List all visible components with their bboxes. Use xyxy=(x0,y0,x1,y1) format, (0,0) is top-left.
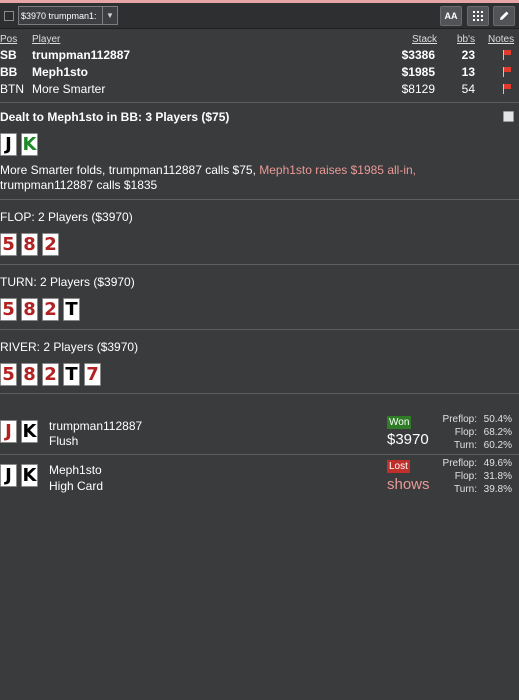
select-checkbox[interactable] xyxy=(4,10,14,21)
flag-icon[interactable] xyxy=(501,83,513,95)
result-card: J xyxy=(0,464,17,487)
river-card: T xyxy=(63,363,80,386)
font-size-label: AA xyxy=(444,11,458,21)
equity-label: Turn: xyxy=(454,440,477,451)
turn-card: 2 xyxy=(42,298,59,321)
divider xyxy=(0,454,519,455)
result-hand: High Card xyxy=(49,479,104,493)
row-pos: SB xyxy=(0,48,17,62)
preflop-title: Dealt to Meph1sto in BB: 3 Players ($75) xyxy=(0,110,230,124)
row-bbs: 54 xyxy=(461,82,475,96)
card-jack: J xyxy=(0,133,17,156)
flag-icon[interactable] xyxy=(501,66,513,78)
action-highlight: Meph1sto raises $1985 all-in, xyxy=(259,163,416,177)
divider xyxy=(0,199,519,200)
equity-label: Preflop: xyxy=(442,458,477,469)
divider xyxy=(0,264,519,265)
flop-card: 8 xyxy=(21,233,38,256)
turn-card: T xyxy=(63,298,80,321)
preflop-action: More Smarter folds, trumpman112887 calls… xyxy=(0,163,505,193)
won-badge: Won xyxy=(387,416,412,429)
header-pos[interactable]: Pos xyxy=(0,34,17,45)
equity-value: 68.2% xyxy=(483,427,512,438)
equity-value: 31.8% xyxy=(483,471,512,482)
row-player[interactable]: trumpman112887 xyxy=(32,48,130,62)
equity-label: Flop: xyxy=(454,471,477,482)
river-card: 2 xyxy=(42,363,59,386)
flop-card: 2 xyxy=(42,233,59,256)
row-stack: $1985 xyxy=(401,65,435,79)
river-card: 8 xyxy=(21,363,38,386)
player-select-value: $3970 trumpman1: xyxy=(21,10,97,21)
row-bbs: 23 xyxy=(461,48,475,62)
note-icon[interactable] xyxy=(503,111,514,122)
river-card: 7 xyxy=(84,363,101,386)
equity-value: 50.4% xyxy=(483,414,512,425)
divider xyxy=(0,102,519,103)
row-player[interactable]: Meph1sto xyxy=(32,65,88,79)
pencil-icon xyxy=(500,11,509,20)
card-king: K xyxy=(21,133,38,156)
action-text-end: trumpman112887 calls $1835 xyxy=(0,178,158,192)
flop-card: 5 xyxy=(0,233,17,256)
flop-title: FLOP: 2 Players ($3970) xyxy=(0,210,133,224)
row-player[interactable]: More Smarter xyxy=(32,82,105,96)
divider xyxy=(0,393,519,394)
turn-card: 8 xyxy=(21,298,38,321)
row-pos: BTN xyxy=(0,82,24,96)
equity-label: Preflop: xyxy=(442,414,477,425)
equity-value: 49.6% xyxy=(483,458,512,469)
result-player-name[interactable]: trumpman112887 xyxy=(49,419,142,433)
header-player[interactable]: Player xyxy=(32,34,60,45)
equity-label: Flop: xyxy=(454,427,477,438)
action-text: More Smarter folds, trumpman112887 calls… xyxy=(0,163,260,177)
edit-button[interactable] xyxy=(493,6,515,26)
chevron-down-icon[interactable]: ▼ xyxy=(102,7,117,24)
header-bbs[interactable]: bb's xyxy=(457,34,475,45)
result-card: K xyxy=(21,420,38,443)
players-table: Pos Player Stack bb's Notes SB trumpman1… xyxy=(0,29,519,97)
header-stack[interactable]: Stack xyxy=(412,34,437,45)
equity-value: 39.8% xyxy=(483,484,512,495)
turn-card: 5 xyxy=(0,298,17,321)
result-card: J xyxy=(0,420,17,443)
divider xyxy=(0,329,519,330)
font-size-button[interactable]: AA xyxy=(440,6,462,26)
player-select[interactable]: $3970 trumpman1: ▼ xyxy=(18,6,118,25)
row-stack: $8129 xyxy=(401,82,435,96)
equity-label: Turn: xyxy=(454,484,477,495)
row-bbs: 13 xyxy=(461,65,475,79)
result-amount: shows xyxy=(387,476,430,493)
river-title: RIVER: 2 Players ($3970) xyxy=(0,340,139,354)
grid-button[interactable] xyxy=(467,6,489,26)
toolbar: $3970 trumpman1: ▼ AA xyxy=(0,3,519,29)
turn-title: TURN: 2 Players ($3970) xyxy=(0,275,135,289)
row-pos: BB xyxy=(0,65,18,79)
result-hand: Flush xyxy=(49,434,79,448)
lost-badge: Lost xyxy=(387,460,410,473)
result-card: K xyxy=(21,464,38,487)
flag-icon[interactable] xyxy=(501,49,513,61)
header-notes[interactable]: Notes xyxy=(488,34,514,45)
river-card: 5 xyxy=(0,363,17,386)
grid-icon xyxy=(473,11,483,21)
result-amount: $3970 xyxy=(387,431,429,448)
result-player-name[interactable]: Meph1sto xyxy=(49,463,102,477)
row-stack: $3386 xyxy=(401,48,435,62)
equity-value: 60.2% xyxy=(483,440,512,451)
